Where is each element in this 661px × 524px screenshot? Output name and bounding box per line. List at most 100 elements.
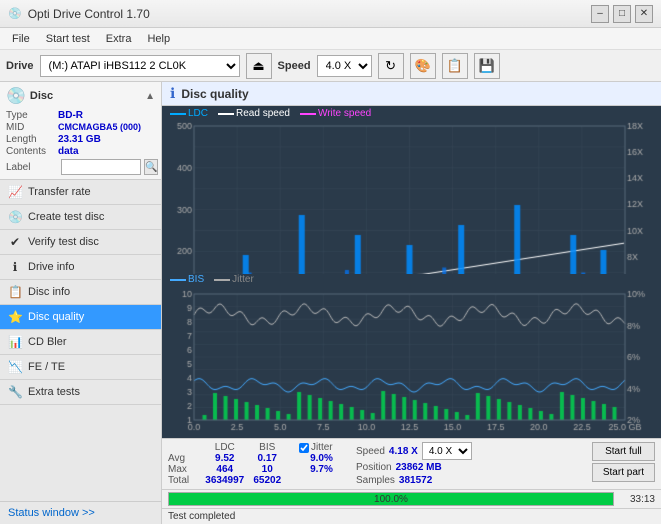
disc-info-icon: 📋 — [8, 285, 22, 299]
progress-label: 100.0% — [169, 493, 613, 507]
write-legend: Write speed — [300, 108, 371, 119]
start-full-button[interactable]: Start full — [592, 442, 655, 461]
jitter-checkbox[interactable] — [299, 443, 309, 453]
menu-file[interactable]: File — [4, 28, 38, 49]
close-button[interactable]: ✕ — [635, 5, 653, 23]
drive-info-icon: ℹ — [8, 260, 22, 274]
speed-label: Speed — [356, 446, 385, 457]
avg-row: Avg 9.52 0.17 9.0% — [168, 453, 348, 464]
sidebar-item-create-test-disc[interactable]: 💿 Create test disc — [0, 205, 161, 230]
avg-jitter: 9.0% — [295, 453, 348, 464]
jitter-label: Jitter — [232, 274, 254, 285]
disc-type-val: BD-R — [58, 110, 83, 121]
max-ldc: 464 — [200, 464, 250, 475]
titlebar-left: 💿 Opti Drive Control 1.70 — [8, 7, 150, 21]
extra-tests-icon: 🔧 — [8, 385, 22, 399]
stats-main-row: LDC BIS Jitter — [168, 442, 655, 486]
samples-row: Samples 381572 — [356, 475, 476, 486]
create-test-disc-icon: 💿 — [8, 210, 22, 224]
sidebar-item-label: CD Bler — [28, 336, 67, 348]
max-row: Max 464 10 9.7% — [168, 464, 348, 475]
status-text: Test completed — [162, 508, 661, 524]
sidebar-item-disc-info[interactable]: 📋 Disc info — [0, 280, 161, 305]
save-button[interactable]: 💾 — [474, 53, 500, 79]
sidebar-item-label: Disc quality — [28, 311, 84, 323]
sidebar-item-disc-quality[interactable]: ⭐ Disc quality — [0, 305, 161, 330]
sidebar-item-verify-test-disc[interactable]: ✔ Verify test disc — [0, 230, 161, 255]
verify-test-disc-icon: ✔ — [8, 235, 22, 249]
quality-header-title: Disc quality — [181, 87, 248, 101]
quality-header: ℹ Disc quality — [162, 82, 661, 106]
clipboard-button[interactable]: 📋 — [442, 53, 468, 79]
quality-header-icon: ℹ — [170, 85, 175, 102]
speed-select[interactable]: 4.0 X — [317, 55, 372, 77]
samples-label: Samples — [356, 475, 395, 486]
sidebar-item-label: Transfer rate — [28, 186, 91, 198]
sidebar-item-fe-te[interactable]: 📉 FE / TE — [0, 355, 161, 380]
disc-panel-header: 💿 Disc ▲ — [6, 86, 155, 106]
jitter-checkbox-label: Jitter — [299, 442, 344, 453]
status-window-button[interactable]: Status window >> — [0, 501, 161, 524]
jitter-legend: Jitter — [214, 274, 254, 285]
start-buttons-group: Start full Start part — [592, 442, 655, 482]
speed-label: Speed — [278, 60, 311, 72]
max-bis: 10 — [250, 464, 285, 475]
charts-area: LDC Read speed Write speed BIS — [162, 106, 661, 438]
sidebar-item-cd-bler[interactable]: 📊 CD Bler — [0, 330, 161, 355]
write-line — [300, 113, 316, 115]
sidebar-item-label: Verify test disc — [28, 236, 99, 248]
sidebar-item-label: FE / TE — [28, 361, 65, 373]
menu-starttest[interactable]: Start test — [38, 28, 98, 49]
bis-label: BIS — [188, 274, 204, 285]
speed-position-group: Speed 4.18 X 4.0 X Position 23862 MB Sam… — [356, 442, 476, 486]
drive-select[interactable]: (M:) ATAPI iHBS112 2 CL0K — [40, 55, 240, 77]
sidebar-item-label: Extra tests — [28, 386, 80, 398]
disc-panel: 💿 Disc ▲ Type BD-R MID CMCMAGBA5 (000) L… — [0, 82, 161, 180]
start-part-button[interactable]: Start part — [592, 463, 655, 482]
disc-length-row: Length 23.31 GB — [6, 134, 155, 145]
total-row: Total 3634997 65202 — [168, 475, 348, 486]
app-title: Opti Drive Control 1.70 — [28, 7, 150, 21]
eject-button[interactable]: ⏏ — [246, 53, 272, 79]
disc-arrow: ▲ — [145, 91, 155, 102]
disc-label-row: Label 🔍 — [6, 159, 155, 175]
main-layout: 💿 Disc ▲ Type BD-R MID CMCMAGBA5 (000) L… — [0, 82, 661, 524]
maximize-button[interactable]: □ — [613, 5, 631, 23]
lower-legend: BIS Jitter — [170, 274, 254, 285]
minimize-button[interactable]: – — [591, 5, 609, 23]
sidebar-item-extra-tests[interactable]: 🔧 Extra tests — [0, 380, 161, 405]
nav-items: 📈 Transfer rate 💿 Create test disc ✔ Ver… — [0, 180, 161, 501]
progress-bar-area: 100.0% 33:13 — [162, 489, 661, 508]
sidebar-item-drive-info[interactable]: ℹ Drive info — [0, 255, 161, 280]
disc-mid-key: MID — [6, 122, 58, 133]
speed-stat-select[interactable]: 4.0 X — [422, 442, 472, 460]
menu-help[interactable]: Help — [139, 28, 178, 49]
refresh-button[interactable]: ↻ — [378, 53, 404, 79]
disc-label-search-button[interactable]: 🔍 — [144, 159, 158, 175]
transfer-rate-icon: 📈 — [8, 185, 22, 199]
disc-type-key: Type — [6, 110, 58, 121]
write-label: Write speed — [318, 108, 371, 119]
max-jitter: 9.7% — [295, 464, 348, 475]
avg-ldc: 9.52 — [200, 453, 250, 464]
disc-label-input[interactable] — [61, 159, 141, 175]
avg-bis: 0.17 — [250, 453, 285, 464]
cd-bler-icon: 📊 — [8, 335, 22, 349]
sidebar-item-transfer-rate[interactable]: 📈 Transfer rate — [0, 180, 161, 205]
disc-contents-key: Contents — [6, 146, 58, 157]
sidebar: 💿 Disc ▲ Type BD-R MID CMCMAGBA5 (000) L… — [0, 82, 162, 524]
sidebar-item-label: Drive info — [28, 261, 74, 273]
disc-contents-val: data — [58, 146, 79, 157]
avg-label: Avg — [168, 453, 200, 464]
read-legend: Read speed — [218, 108, 290, 119]
position-val: 23862 MB — [396, 462, 442, 473]
disc-icon: 💿 — [6, 86, 26, 106]
disc-length-val: 23.31 GB — [58, 134, 101, 145]
disc-contents-row: Contents data — [6, 146, 155, 157]
right-panel: ℹ Disc quality LDC Read speed Write spee… — [162, 82, 661, 524]
total-bis: 65202 — [250, 475, 285, 486]
menu-extra[interactable]: Extra — [98, 28, 140, 49]
color-button[interactable]: 🎨 — [410, 53, 436, 79]
fe-te-icon: 📉 — [8, 360, 22, 374]
total-label: Total — [168, 475, 200, 486]
